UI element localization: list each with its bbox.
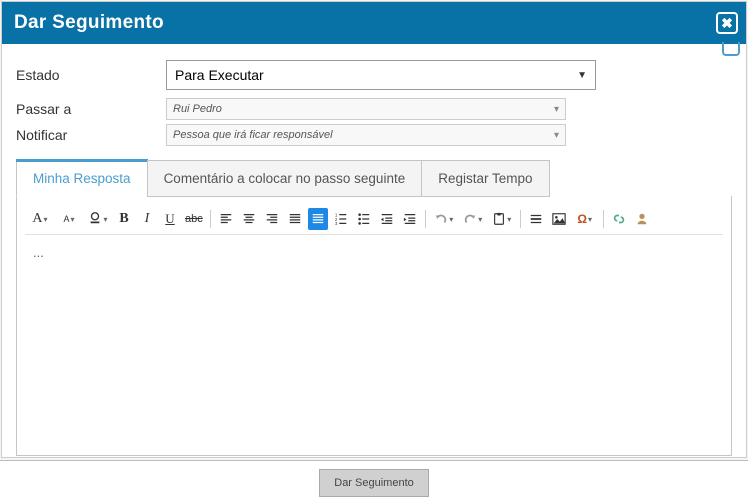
modal-body: Estado Para Executar ▼ Passar a Rui Pedr… <box>2 44 746 466</box>
strike-icon: abc <box>185 213 203 225</box>
row-notificar: Notificar Pessoa que irá ficar responsáv… <box>16 124 732 146</box>
select-estado-value: Para Executar <box>175 67 264 83</box>
bold-button[interactable]: B <box>114 208 134 230</box>
align-right-icon <box>265 212 279 226</box>
link-icon <box>612 212 626 226</box>
image-icon <box>552 212 566 226</box>
tab-label: Registar Tempo <box>438 171 532 186</box>
toolbar-separator <box>210 210 211 228</box>
user-icon <box>635 212 649 226</box>
italic-button[interactable]: I <box>137 208 157 230</box>
modal-header: Dar Seguimento ✖ <box>2 2 746 44</box>
undo-button[interactable] <box>431 208 457 230</box>
align-left-button[interactable] <box>216 208 236 230</box>
tab-minha-resposta[interactable]: Minha Resposta <box>16 160 148 197</box>
image-button[interactable] <box>549 208 569 230</box>
underline-button[interactable]: U <box>160 208 180 230</box>
ordered-list-icon: 123 <box>334 212 348 226</box>
font-size-icon: A <box>63 214 69 224</box>
tab-panel: A A B I U <box>16 196 732 456</box>
hr-icon <box>529 212 543 226</box>
tabs: Minha Resposta Comentário a colocar no p… <box>16 160 732 197</box>
paste-button[interactable] <box>489 208 515 230</box>
tab-label: Minha Resposta <box>33 171 131 186</box>
font-family-button[interactable]: A <box>27 208 53 230</box>
unordered-list-icon <box>357 212 371 226</box>
close-icon: ✖ <box>721 15 733 32</box>
font-size-button[interactable]: A <box>56 208 82 230</box>
submit-label: Dar Seguimento <box>334 477 414 489</box>
modal-footer: Dar Seguimento <box>0 460 748 504</box>
label-passar: Passar a <box>16 101 166 117</box>
special-button[interactable]: Ω <box>572 208 598 230</box>
undo-icon <box>434 212 448 226</box>
header-indicator-icon <box>722 42 740 56</box>
omega-icon: Ω <box>577 212 587 226</box>
link-button[interactable] <box>609 208 629 230</box>
select-notificar[interactable]: Pessoa que irá ficar responsável ▾ <box>166 124 566 146</box>
font-color-icon <box>88 211 102 228</box>
hr-button[interactable] <box>526 208 546 230</box>
chevron-down-icon: ▼ <box>577 70 587 81</box>
align-left-icon <box>219 212 233 226</box>
select-estado[interactable]: Para Executar ▼ <box>166 60 596 90</box>
toolbar-separator <box>425 210 426 228</box>
modal-title: Dar Seguimento <box>14 12 164 34</box>
align-justify-icon <box>288 212 302 226</box>
close-button[interactable]: ✖ <box>716 12 738 34</box>
tab-comentario[interactable]: Comentário a colocar no passo seguinte <box>147 160 423 197</box>
row-estado: Estado Para Executar ▼ <box>16 60 732 90</box>
strikethrough-button[interactable]: abc <box>183 208 205 230</box>
row-passar: Passar a Rui Pedro ▾ <box>16 98 732 120</box>
svg-text:3: 3 <box>335 221 338 226</box>
user-button[interactable] <box>632 208 652 230</box>
label-estado: Estado <box>16 67 166 83</box>
ordered-list-button[interactable]: 123 <box>331 208 351 230</box>
select-passar[interactable]: Rui Pedro ▾ <box>166 98 566 120</box>
editor-textarea[interactable]: ... <box>25 235 723 445</box>
label-notificar: Notificar <box>16 127 166 143</box>
align-center-icon <box>242 212 256 226</box>
font-icon: A <box>32 211 42 227</box>
outdent-icon <box>380 212 394 226</box>
unordered-list-button[interactable] <box>354 208 374 230</box>
align-right-button[interactable] <box>262 208 282 230</box>
toolbar-separator <box>603 210 604 228</box>
tab-label: Comentário a colocar no passo seguinte <box>164 171 406 186</box>
clipboard-icon <box>492 212 506 226</box>
bold-icon: B <box>119 211 128 227</box>
font-color-button[interactable] <box>85 208 111 230</box>
editor-toolbar: A A B I U <box>25 204 723 235</box>
highlight-icon <box>311 212 325 226</box>
chevron-down-icon: ▾ <box>554 130 559 141</box>
align-justify-button[interactable] <box>285 208 305 230</box>
modal-dar-seguimento: Dar Seguimento ✖ Estado Para Executar ▼ … <box>1 1 747 458</box>
select-passar-value: Rui Pedro <box>173 103 222 115</box>
editor-content: ... <box>33 245 44 260</box>
redo-icon <box>463 212 477 226</box>
chevron-down-icon: ▾ <box>554 104 559 115</box>
underline-icon: U <box>165 211 174 227</box>
submit-button[interactable]: Dar Seguimento <box>319 469 429 497</box>
redo-button[interactable] <box>460 208 486 230</box>
indent-button[interactable] <box>400 208 420 230</box>
outdent-button[interactable] <box>377 208 397 230</box>
highlight-button[interactable] <box>308 208 328 230</box>
align-center-button[interactable] <box>239 208 259 230</box>
toolbar-separator <box>520 210 521 228</box>
select-notificar-placeholder: Pessoa que irá ficar responsável <box>173 129 333 141</box>
italic-icon: I <box>145 211 150 227</box>
tab-registar-tempo[interactable]: Registar Tempo <box>421 160 549 197</box>
indent-icon <box>403 212 417 226</box>
